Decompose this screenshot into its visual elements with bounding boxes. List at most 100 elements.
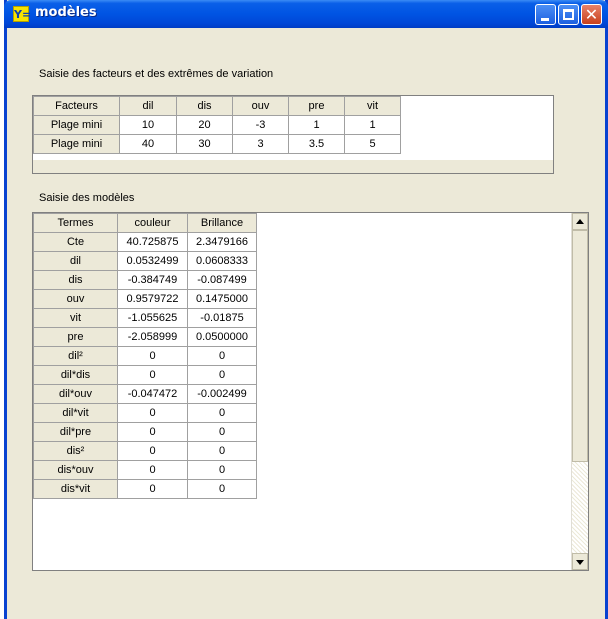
factors-header-cell: Plage mini — [33, 134, 120, 154]
coefficient-cell[interactable]: 0 — [117, 479, 188, 499]
term-cell: dil*ouv — [33, 384, 118, 404]
minimize-icon — [541, 18, 549, 21]
models-row: dis*ouv 0 0 — [33, 460, 257, 480]
coefficient-cell[interactable]: 0.0500000 — [187, 327, 257, 347]
maximize-icon — [563, 9, 574, 20]
coefficient-cell[interactable]: 0 — [187, 479, 257, 499]
models-column-header: Brillance — [187, 213, 257, 233]
factors-cell[interactable]: 40 — [119, 134, 177, 154]
coefficient-cell[interactable]: 0.0532499 — [117, 251, 188, 271]
coefficient-cell[interactable]: -0.087499 — [187, 270, 257, 290]
coefficient-cell[interactable]: 0.1475000 — [187, 289, 257, 309]
factors-header-cell: pre — [288, 96, 345, 116]
factors-cell[interactable]: 1 — [288, 115, 345, 135]
models-header-row: Termes couleur Brillance — [33, 213, 257, 233]
factors-section-label: Saisie des facteurs et des extrêmes de v… — [39, 68, 274, 80]
factors-row: Facteurs dil dis ouv pre vit — [33, 96, 401, 116]
coefficient-cell[interactable]: 0 — [117, 441, 188, 461]
models-column-header: Termes — [33, 213, 118, 233]
term-cell: ouv — [33, 289, 118, 309]
models-row: dis -0.384749 -0.087499 — [33, 270, 257, 290]
coefficient-cell[interactable]: -0.002499 — [187, 384, 257, 404]
scroll-down-button[interactable] — [572, 553, 588, 570]
term-cell: dis*vit — [33, 479, 118, 499]
coefficient-cell[interactable]: 0 — [187, 346, 257, 366]
scroll-track[interactable] — [572, 462, 588, 553]
coefficient-cell[interactable]: -2.058999 — [117, 327, 188, 347]
coefficient-cell[interactable]: 0 — [187, 460, 257, 480]
factors-grid: Facteurs dil dis ouv pre vit Plage mini 10 20 -3 1… — [32, 95, 554, 174]
factors-cell[interactable]: 30 — [176, 134, 233, 154]
scroll-up-button[interactable] — [572, 213, 588, 230]
factors-header-cell: Facteurs — [33, 96, 120, 116]
close-icon: ✕ — [584, 5, 599, 24]
models-row: dil*vit 0 0 — [33, 403, 257, 423]
factors-cell[interactable]: 1 — [344, 115, 401, 135]
factors-row: Plage mini 40 30 3 3.5 5 — [33, 134, 401, 154]
term-cell: Cte — [33, 232, 118, 252]
term-cell: dil*dis — [33, 365, 118, 385]
coefficient-cell[interactable]: 0 — [187, 403, 257, 423]
coefficient-cell[interactable]: -0.384749 — [117, 270, 188, 290]
coefficient-cell[interactable]: 0 — [187, 365, 257, 385]
term-cell: dis² — [33, 441, 118, 461]
scroll-thumb[interactable] — [572, 230, 588, 462]
coefficient-cell[interactable]: 0.0608333 — [187, 251, 257, 271]
coefficient-cell[interactable]: 0 — [117, 365, 188, 385]
models-row: dil*dis 0 0 — [33, 365, 257, 385]
factors-header-cell: ouv — [232, 96, 289, 116]
minimize-button[interactable] — [535, 4, 556, 25]
coefficient-cell[interactable]: -0.01875 — [187, 308, 257, 328]
coefficient-cell[interactable]: 0 — [117, 422, 188, 442]
factors-header-cell: dil — [119, 96, 177, 116]
factors-cell[interactable]: 20 — [176, 115, 233, 135]
factors-cell[interactable]: 3.5 — [288, 134, 345, 154]
term-cell: dis — [33, 270, 118, 290]
models-row: vit -1.055625 -0.01875 — [33, 308, 257, 328]
models-row: dis² 0 0 — [33, 441, 257, 461]
coefficient-cell[interactable]: 2.3479166 — [187, 232, 257, 252]
factors-cell[interactable]: -3 — [232, 115, 289, 135]
coefficient-cell[interactable]: 0 — [117, 403, 188, 423]
term-cell: vit — [33, 308, 118, 328]
models-row: ouv 0.9579722 0.1475000 — [33, 289, 257, 309]
window-title: modèles — [35, 5, 97, 20]
term-cell: dis*ouv — [33, 460, 118, 480]
coefficient-cell[interactable]: 0.9579722 — [117, 289, 188, 309]
coefficient-cell[interactable]: -1.055625 — [117, 308, 188, 328]
models-section-label: Saisie des modèles — [39, 192, 135, 204]
factors-cell[interactable]: 10 — [119, 115, 177, 135]
factors-cell[interactable]: 3 — [232, 134, 289, 154]
term-cell: pre — [33, 327, 118, 347]
grid-empty-area — [33, 160, 553, 173]
arrow-down-icon — [576, 560, 584, 565]
coefficient-cell[interactable]: -0.047472 — [117, 384, 188, 404]
title-bar[interactable]: Y= modèles ✕ — [4, 0, 608, 28]
close-button[interactable]: ✕ — [581, 4, 602, 25]
factors-header-cell: dis — [176, 96, 233, 116]
term-cell: dil² — [33, 346, 118, 366]
models-row: pre -2.058999 0.0500000 — [33, 327, 257, 347]
term-cell: dil*pre — [33, 422, 118, 442]
models-row: dil 0.0532499 0.0608333 — [33, 251, 257, 271]
term-cell: dil — [33, 251, 118, 271]
coefficient-cell[interactable]: 0 — [187, 441, 257, 461]
models-row: dil*ouv -0.047472 -0.002499 — [33, 384, 257, 404]
models-row: dis*vit 0 0 — [33, 479, 257, 499]
models-table: Termes couleur Brillance Cte 40.725875 2.3479… — [33, 213, 257, 499]
vertical-scrollbar[interactable] — [571, 213, 588, 570]
term-cell: dil*vit — [33, 403, 118, 423]
factors-cell[interactable]: 5 — [344, 134, 401, 154]
factors-table: Facteurs dil dis ouv pre vit Plage mini 10 20 -3 1… — [33, 96, 401, 154]
coefficient-cell[interactable]: 0 — [117, 346, 188, 366]
models-column-header: couleur — [117, 213, 188, 233]
models-row: Cte 40.725875 2.3479166 — [33, 232, 257, 252]
maximize-button[interactable] — [558, 4, 579, 25]
models-row: dil² 0 0 — [33, 346, 257, 366]
app-icon: Y= — [13, 6, 32, 22]
coefficient-cell[interactable]: 0 — [187, 422, 257, 442]
coefficient-cell[interactable]: 40.725875 — [117, 232, 188, 252]
factors-header-cell: Plage mini — [33, 115, 120, 135]
models-row: dil*pre 0 0 — [33, 422, 257, 442]
coefficient-cell[interactable]: 0 — [117, 460, 188, 480]
